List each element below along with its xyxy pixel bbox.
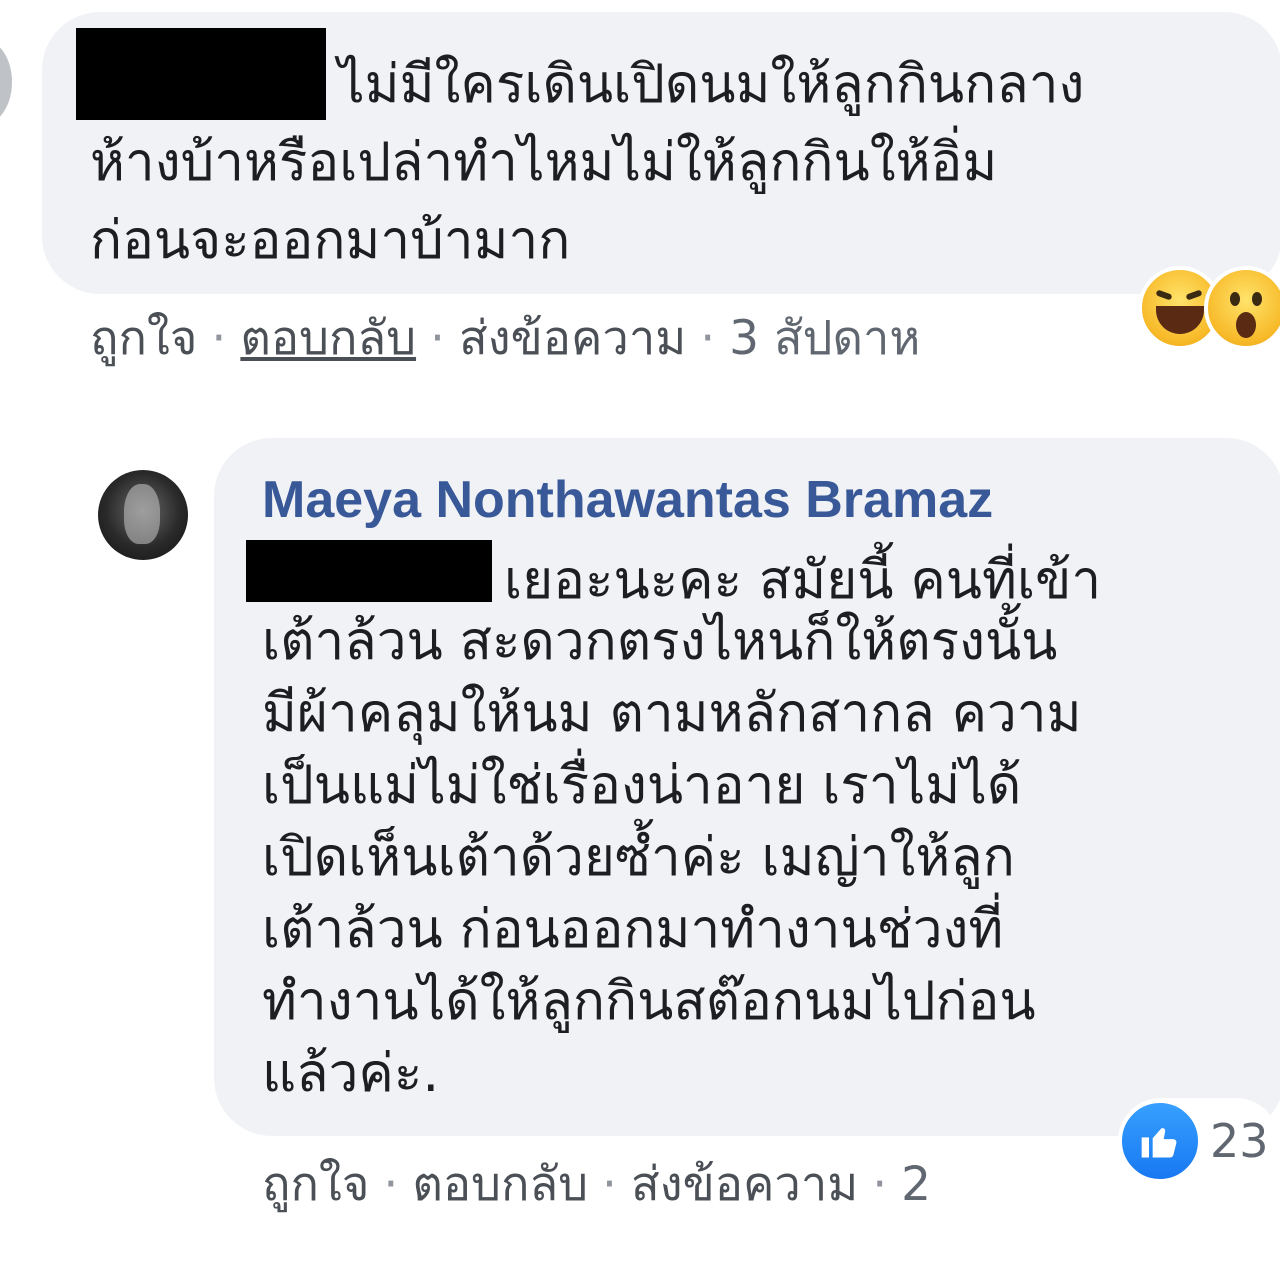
separator: ·: [430, 311, 445, 366]
comment-author-name[interactable]: Maeya Nonthawantas Bramaz: [262, 470, 993, 530]
separator: ·: [872, 1157, 888, 1212]
comment-text-first-line: ไม่มีใครเดินเปิดนมให้ลูกกินกลาง: [338, 54, 1085, 115]
timestamp[interactable]: 2: [901, 1157, 931, 1212]
redacted-author-name: [76, 28, 326, 120]
reply-link[interactable]: ตอบกลับ: [412, 1157, 588, 1212]
thumbs-up-icon: [1118, 1099, 1202, 1183]
like-count-badge[interactable]: 23: [1118, 1098, 1279, 1184]
separator: ·: [700, 311, 716, 366]
send-message-link[interactable]: ส่งข้อความ: [631, 1157, 858, 1212]
avatar[interactable]: [98, 470, 188, 560]
redacted-mention: [246, 540, 492, 602]
reply-link[interactable]: ตอบกลับ: [240, 311, 416, 366]
separator: ·: [383, 1157, 399, 1212]
comment-text: เต้าล้วน สะดวกตรงไหนก็ให้ตรงนั้น มีผ้าคล…: [262, 611, 1082, 1104]
wow-icon: [1204, 266, 1280, 350]
like-count: 23: [1210, 1114, 1269, 1168]
separator: ·: [211, 311, 227, 366]
separator: ·: [602, 1157, 617, 1212]
timestamp[interactable]: 3 สัปดาห: [729, 311, 920, 366]
like-link[interactable]: ถูกใจ: [262, 1157, 369, 1212]
send-message-link[interactable]: ส่งข้อความ: [459, 311, 686, 366]
like-link[interactable]: ถูกใจ: [90, 311, 197, 366]
reaction-summary[interactable]: [1138, 266, 1280, 350]
comment-actions: ถูกใจ · ตอบกลับ · ส่งข้อความ · 2: [262, 1146, 931, 1221]
comment-text: ห้างบ้าหรือเปล่าทำไหมไม่ให้ลูกกินให้อิ่ม…: [90, 132, 998, 271]
comment-actions: ถูกใจ · ตอบกลับ · ส่งข้อความ · 3 สัปดาห: [90, 300, 920, 375]
avatar[interactable]: [0, 40, 12, 124]
